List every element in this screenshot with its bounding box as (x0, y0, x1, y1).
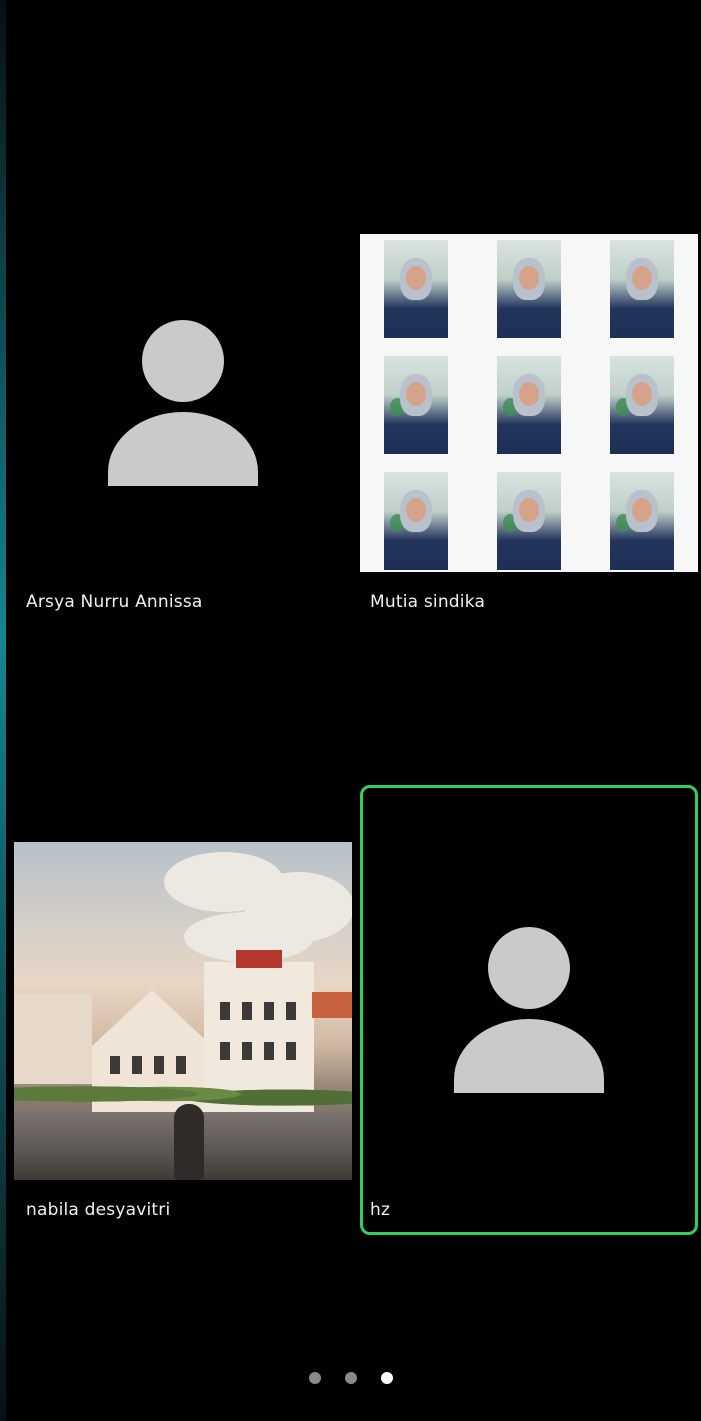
person-placeholder-icon (454, 927, 604, 1097)
screen-edge-glow (0, 0, 6, 1421)
avatar-head (488, 927, 570, 1009)
participant-video (14, 842, 352, 1180)
participant-video (360, 234, 698, 572)
avatar-shoulders (454, 1019, 604, 1093)
participant-name: Arsya Nurru Annissa (26, 592, 203, 612)
participant-name: Mutia sindika (370, 592, 486, 612)
page-dot-1[interactable] (308, 1372, 321, 1384)
avatar-shoulders (108, 412, 258, 486)
avatar-head (142, 320, 224, 402)
page-indicator (0, 1372, 701, 1384)
participant-name: nabila desyavitri (26, 1200, 171, 1220)
participant-name: hz (370, 1200, 391, 1220)
page-dot-2[interactable] (344, 1372, 357, 1384)
participant-tile-hz[interactable]: hz (360, 785, 698, 1235)
participant-tile-nabila[interactable]: nabila desyavitri (14, 842, 352, 1292)
person-placeholder-icon (108, 320, 258, 490)
participant-tile-mutia[interactable]: Mutia sindika (360, 234, 698, 684)
page-dot-3-active[interactable] (380, 1372, 393, 1384)
participant-tile-arsya[interactable]: Arsya Nurru Annissa (14, 234, 352, 684)
